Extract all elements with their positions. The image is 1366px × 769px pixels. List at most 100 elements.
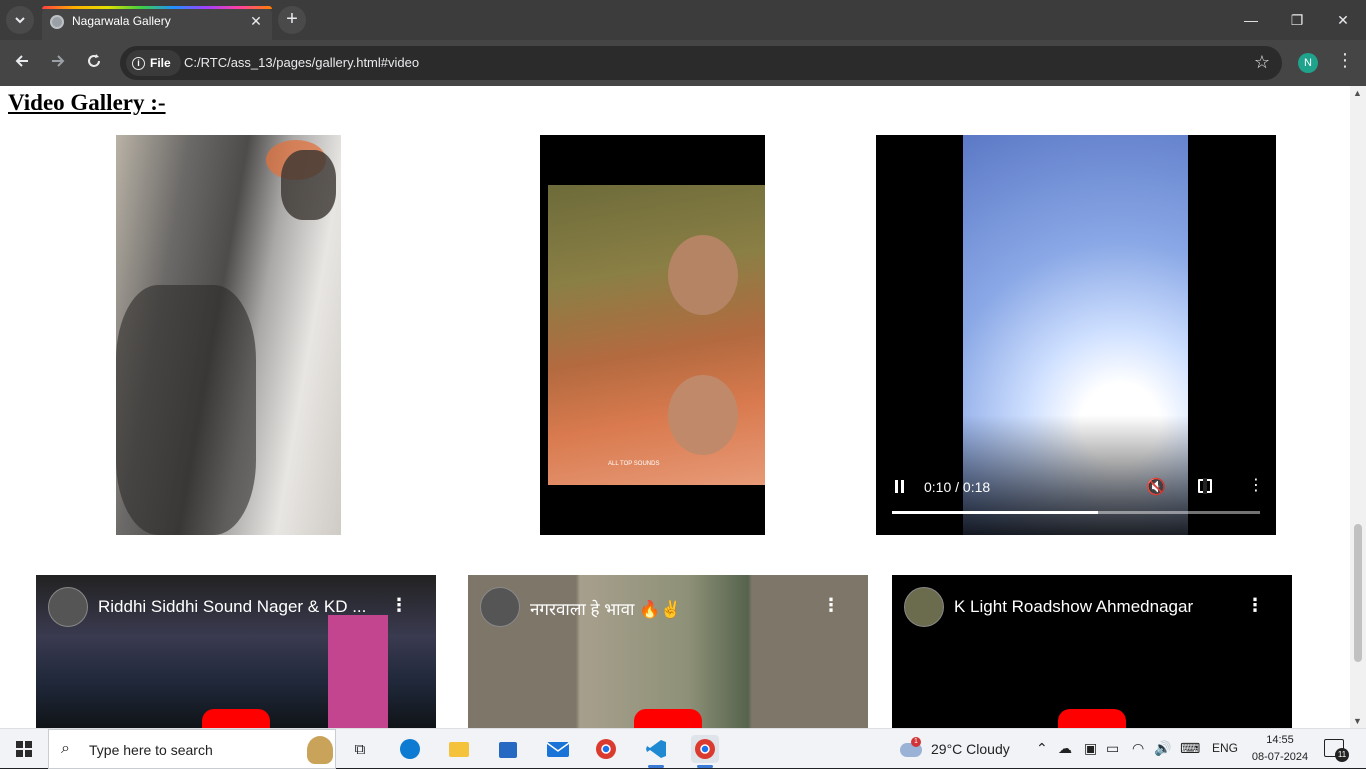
edge-icon[interactable] — [396, 735, 424, 763]
youtube-embed-3[interactable]: K Light Roadshow Ahmednagar ⋮ — [892, 575, 1292, 728]
weather-text[interactable]: 29°C Cloudy — [931, 741, 1010, 757]
video-player-3[interactable]: 0:10 / 0:18 🔇 ⋮ — [876, 135, 1276, 535]
clock-date: 08-07-2024 — [1251, 751, 1309, 763]
microsoft-store-icon[interactable] — [494, 735, 522, 763]
notification-count: 11 — [1335, 748, 1349, 762]
youtube-play-button[interactable] — [634, 709, 702, 728]
channel-avatar[interactable] — [48, 587, 88, 627]
more-options-icon[interactable]: ⋮ — [390, 595, 408, 616]
youtube-video-title[interactable]: Riddhi Siddhi Sound Nager & KD ... — [98, 597, 366, 617]
volume-icon[interactable]: 🔊 — [1154, 740, 1171, 757]
search-placeholder: Type here to search — [89, 742, 213, 758]
chrome-shape — [695, 739, 715, 759]
weather-alert-badge: 1 — [911, 737, 921, 747]
address-bar[interactable]: i File C:/RTC/ass_13/pages/gallery.html#… — [120, 46, 1282, 80]
video-progress-bar[interactable] — [892, 511, 1260, 514]
task-view-icon[interactable]: ⧉ — [346, 735, 374, 763]
youtube-video-title[interactable]: नगरवाला हे भावा 🔥✌️ — [530, 597, 681, 620]
video-thumbnail-shape — [328, 615, 388, 728]
video-player-2[interactable]: ALL TOP SOUNDS — [540, 135, 765, 535]
input-language[interactable]: ENG — [1212, 741, 1238, 755]
envelope-shape — [546, 742, 570, 757]
taskbar-search-box[interactable]: ⌕ Type here to search — [48, 729, 336, 769]
browser-menu-icon[interactable]: ⋮ — [1336, 50, 1354, 71]
youtube-play-button[interactable] — [202, 709, 270, 728]
tab-title: Nagarwala Gallery — [72, 14, 171, 28]
more-options-icon[interactable]: ⋮ — [822, 595, 840, 616]
youtube-play-button[interactable] — [1058, 709, 1126, 728]
video-frame-shape — [668, 375, 738, 455]
page-viewport: Video Gallery :- ALL TOP SOUNDS 0:10 / 0… — [0, 86, 1350, 728]
page-title: Video Gallery :- — [8, 90, 166, 115]
chrome-profile-icon[interactable] — [691, 735, 719, 763]
tab-close-button[interactable]: ✕ — [247, 12, 265, 30]
arrow-right-icon — [52, 55, 65, 67]
video-watermark: ALL TOP SOUNDS — [608, 461, 660, 467]
video-frame-shape — [668, 235, 738, 315]
chrome-icon[interactable] — [592, 735, 620, 763]
muted-speaker-icon[interactable]: 🔇 — [1146, 477, 1166, 497]
video-frame-shape — [281, 150, 336, 220]
store-shape — [499, 742, 517, 758]
site-info-label: File — [150, 56, 171, 70]
video-progress-fill — [892, 511, 1099, 514]
arrow-left-icon — [15, 55, 28, 67]
system-clock[interactable]: 14:55 08-07-2024 — [1250, 732, 1310, 766]
scrollbar-thumb[interactable] — [1354, 524, 1362, 662]
tab-search-button[interactable] — [6, 6, 34, 34]
file-explorer-icon[interactable] — [445, 735, 473, 763]
url-text[interactable]: C:/RTC/ass_13/pages/gallery.html#video — [184, 55, 419, 70]
video-frame: ALL TOP SOUNDS — [548, 185, 765, 485]
vscode-icon[interactable] — [642, 735, 670, 763]
more-options-icon[interactable]: ⋮ — [1246, 595, 1264, 616]
back-button[interactable] — [8, 49, 36, 77]
chevron-up-icon[interactable]: ⌃ — [1036, 740, 1048, 757]
minimize-button[interactable]: — — [1228, 0, 1274, 40]
restore-button[interactable]: ❐ — [1274, 0, 1320, 40]
search-highlight-illustration — [307, 736, 333, 764]
channel-avatar[interactable] — [480, 587, 520, 627]
site-info-chip[interactable]: i File — [126, 50, 181, 76]
wifi-icon[interactable]: ◠ — [1132, 740, 1144, 757]
notification-center-icon[interactable]: 11 — [1324, 739, 1349, 762]
info-icon: i — [132, 56, 145, 70]
browser-tab[interactable]: Nagarwala Gallery ✕ — [42, 6, 272, 40]
page-scrollbar[interactable]: ▲ ▼ — [1350, 86, 1366, 728]
fullscreen-icon[interactable] — [1198, 478, 1212, 494]
meet-now-icon[interactable]: ▣ — [1084, 740, 1097, 757]
controls-overlay — [876, 415, 1276, 535]
tab-group-color-bar — [42, 6, 272, 9]
youtube-video-title[interactable]: K Light Roadshow Ahmednagar — [954, 597, 1193, 617]
scroll-up-arrow-icon[interactable]: ▲ — [1353, 88, 1362, 98]
windows-taskbar: ⌕ Type here to search ⧉ 1 29°C Cloudy ⌃ … — [0, 728, 1366, 769]
mail-icon[interactable] — [544, 735, 572, 763]
search-icon: ⌕ — [61, 740, 70, 757]
video-time: 0:10 / 0:18 — [924, 479, 991, 495]
close-window-button[interactable]: ✕ — [1320, 0, 1366, 40]
weather-icon[interactable]: 1 — [898, 737, 924, 759]
reload-button[interactable] — [80, 49, 108, 77]
chevron-down-icon — [15, 17, 25, 24]
video-frame-shape — [116, 285, 256, 535]
chrome-shape — [596, 739, 616, 759]
browser-toolbar: i File C:/RTC/ass_13/pages/gallery.html#… — [0, 40, 1366, 86]
bookmark-star-icon[interactable]: ☆ — [1254, 52, 1270, 73]
battery-icon[interactable]: ▭ — [1106, 740, 1119, 757]
channel-avatar[interactable] — [904, 587, 944, 627]
reload-icon — [88, 54, 100, 67]
vscode-shape — [646, 740, 666, 758]
profile-avatar[interactable]: N — [1298, 53, 1318, 73]
youtube-embed-2[interactable]: नगरवाला हे भावा 🔥✌️ ⋮ — [468, 575, 868, 728]
tab-strip: Nagarwala Gallery ✕ + — ❐ ✕ — [0, 0, 1366, 40]
forward-button[interactable] — [44, 49, 72, 77]
more-options-icon[interactable]: ⋮ — [1248, 475, 1264, 495]
onedrive-icon[interactable]: ☁ — [1058, 740, 1072, 757]
keyboard-icon[interactable]: ⌨ — [1180, 740, 1200, 757]
scroll-down-arrow-icon[interactable]: ▼ — [1353, 716, 1362, 726]
youtube-embed-1[interactable]: Riddhi Siddhi Sound Nager & KD ... ⋮ — [36, 575, 436, 728]
new-tab-button[interactable]: + — [278, 6, 306, 34]
windows-start-icon[interactable] — [16, 741, 32, 757]
edge-shape — [400, 739, 420, 759]
video-player-1[interactable] — [116, 135, 341, 535]
pause-button[interactable] — [894, 480, 906, 494]
